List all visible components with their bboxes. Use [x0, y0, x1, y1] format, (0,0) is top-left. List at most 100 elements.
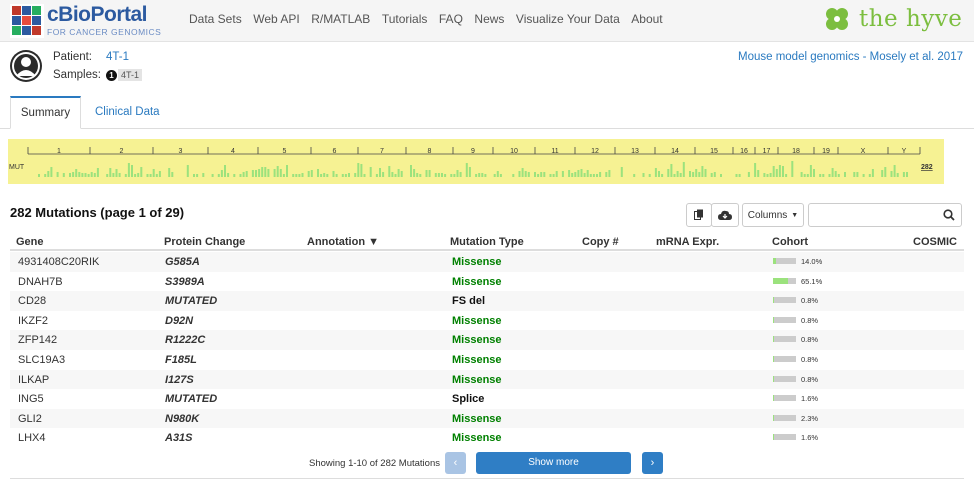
tab-summary[interactable]: Summary	[10, 96, 81, 129]
mutation-tick[interactable]	[437, 173, 440, 177]
mutation-tick[interactable]	[106, 174, 109, 177]
mutation-tick[interactable]	[410, 165, 412, 177]
mutation-tick[interactable]	[499, 174, 502, 177]
mutation-tick[interactable]	[224, 165, 226, 177]
mutation-tick[interactable]	[357, 163, 360, 177]
cohort-bar[interactable]	[773, 414, 796, 421]
mutation-tick[interactable]	[521, 168, 524, 177]
mutation-tick[interactable]	[152, 169, 155, 177]
mutation-tick[interactable]	[524, 171, 527, 177]
mutation-tick[interactable]	[444, 174, 447, 177]
mutation-tick[interactable]	[118, 173, 121, 177]
mutation-tick[interactable]	[813, 169, 815, 177]
mutation-tick[interactable]	[785, 174, 788, 177]
mutation-tick[interactable]	[186, 165, 189, 177]
mutation-tick[interactable]	[710, 173, 713, 177]
mutation-tick[interactable]	[608, 170, 611, 177]
col-mrna-expr[interactable]: mRNA Expr.	[656, 236, 719, 248]
mutation-tick[interactable]	[323, 173, 326, 177]
mutation-tick[interactable]	[453, 174, 456, 177]
mutation-tick[interactable]	[537, 174, 540, 177]
mutation-tick[interactable]	[493, 174, 496, 177]
mutation-tick[interactable]	[171, 172, 174, 177]
gene-cell[interactable]: CD28	[18, 295, 46, 307]
mutation-tick[interactable]	[682, 162, 685, 177]
mutation-tick[interactable]	[233, 174, 236, 177]
mutation-tick[interactable]	[397, 169, 400, 177]
nav-web-api[interactable]: Web API	[253, 12, 299, 26]
mutation-tick[interactable]	[701, 166, 704, 177]
mutation-tick[interactable]	[317, 169, 319, 177]
nav-r-matlab[interactable]: R/MATLAB	[311, 12, 370, 26]
mutation-tick[interactable]	[251, 170, 254, 177]
mutation-tick[interactable]	[134, 174, 137, 177]
mutation-tick[interactable]	[527, 172, 530, 177]
mutation-tick[interactable]	[62, 173, 65, 177]
mutation-tick[interactable]	[344, 174, 347, 177]
mutation-tick[interactable]	[87, 174, 90, 177]
mutation-tick[interactable]	[754, 163, 757, 177]
mutation-tick[interactable]	[757, 170, 760, 177]
mutation-tick[interactable]	[276, 166, 279, 177]
mutation-tick[interactable]	[382, 172, 385, 177]
mutation-tick[interactable]	[670, 164, 673, 177]
mutation-tick[interactable]	[772, 166, 775, 177]
mutation-tick[interactable]	[428, 170, 431, 177]
cohort-bar[interactable]	[773, 258, 796, 264]
mutation-tick[interactable]	[692, 172, 695, 177]
mutation-tick[interactable]	[146, 174, 149, 177]
mutation-tick[interactable]	[124, 174, 127, 177]
mutation-tick[interactable]	[211, 174, 214, 177]
columns-dropdown[interactable]: Columns ▼	[742, 203, 804, 227]
mutation-tick[interactable]	[890, 171, 893, 177]
col-protein-change[interactable]: Protein Change	[164, 236, 245, 248]
mutation-tick[interactable]	[478, 173, 481, 177]
mutation-tick[interactable]	[81, 173, 84, 177]
col-gene[interactable]: Gene	[16, 236, 44, 248]
mutation-tick[interactable]	[286, 165, 288, 177]
mutation-tick[interactable]	[335, 174, 338, 177]
mutation-tick[interactable]	[596, 174, 598, 177]
mutation-tick[interactable]	[292, 174, 295, 177]
mutation-tick[interactable]	[332, 171, 335, 177]
mutation-tick[interactable]	[158, 171, 161, 177]
mutation-tick[interactable]	[561, 171, 564, 177]
mutation-tick[interactable]	[862, 174, 865, 177]
gene-cell[interactable]: GLI2	[18, 413, 42, 425]
mutation-tick[interactable]	[127, 163, 130, 177]
gene-cell[interactable]: IKZF2	[18, 315, 48, 327]
mutation-tick[interactable]	[168, 168, 171, 177]
mutation-tick[interactable]	[391, 172, 394, 177]
mutation-tick[interactable]	[689, 171, 691, 177]
mutation-tick[interactable]	[695, 169, 698, 177]
mutation-tick[interactable]	[75, 169, 78, 177]
show-more-button[interactable]: Show more	[476, 452, 631, 474]
mutation-tick[interactable]	[583, 173, 586, 177]
mutation-tick[interactable]	[267, 169, 270, 177]
mutation-tick[interactable]	[416, 173, 419, 177]
mutation-tick[interactable]	[456, 170, 459, 177]
gene-cell[interactable]: 4931408C20RIK	[18, 256, 99, 268]
mutation-tick[interactable]	[298, 174, 301, 177]
mutation-tick[interactable]	[131, 165, 133, 177]
mutation-tick[interactable]	[258, 169, 261, 177]
mutation-tick[interactable]	[837, 174, 840, 177]
mutation-tick[interactable]	[394, 174, 397, 177]
cohort-bar[interactable]	[773, 297, 796, 304]
mutation-tick[interactable]	[196, 174, 199, 177]
mutation-tick[interactable]	[577, 170, 580, 177]
prev-page-button[interactable]: ‹	[445, 452, 466, 474]
col-mutation-type[interactable]: Mutation Type	[450, 236, 524, 248]
mutation-tick[interactable]	[819, 174, 822, 177]
mutation-tick[interactable]	[137, 173, 140, 177]
logo-wordmark[interactable]: cBioPortal FOR CANCER GENOMICS	[47, 3, 161, 37]
mutation-tick[interactable]	[245, 171, 248, 177]
mutation-tick[interactable]	[658, 171, 660, 177]
mutation-tick[interactable]	[242, 172, 245, 177]
mutation-tick[interactable]	[69, 173, 71, 177]
mutation-tick[interactable]	[44, 174, 47, 177]
mutation-tick[interactable]	[496, 171, 499, 177]
study-link[interactable]: Mouse model genomics - Mosely et al. 201…	[738, 51, 963, 63]
cohort-bar[interactable]	[773, 395, 796, 402]
nav-tutorials[interactable]: Tutorials	[382, 12, 428, 26]
